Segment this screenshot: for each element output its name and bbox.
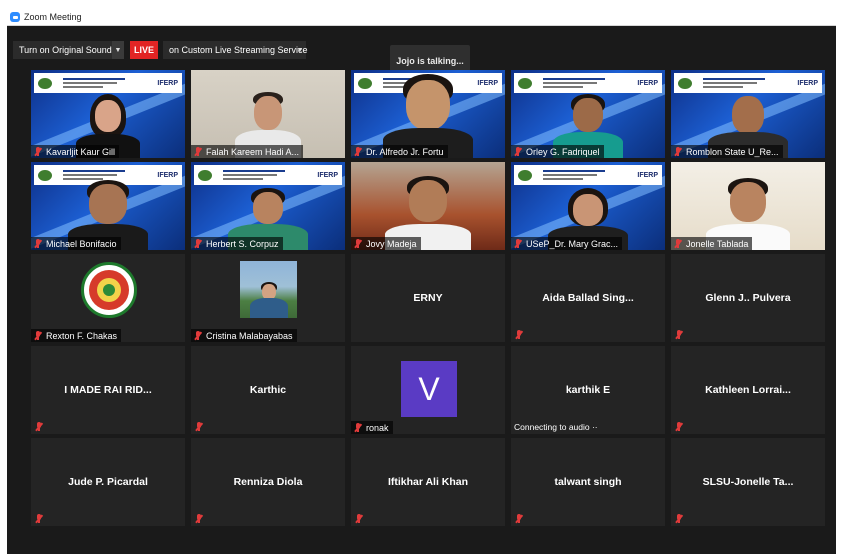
participant-name: karthik E xyxy=(565,384,611,396)
muted-mic-icon xyxy=(194,331,202,341)
muted-mic-icon xyxy=(354,239,362,249)
participant-tile[interactable]: Renniza Diola xyxy=(191,438,345,526)
original-sound-label: Turn on Original Sound xyxy=(19,45,112,55)
banner-brand: IFERP xyxy=(637,79,658,87)
participant-tile[interactable]: IFERP Kavarljit Kaur Gill xyxy=(31,70,185,158)
banner-brand: IFERP xyxy=(157,79,178,87)
muted-mic-icon xyxy=(354,147,362,157)
muted-mic-icon xyxy=(354,423,362,433)
participant-name-label: ronak xyxy=(351,421,393,434)
muted-mic-icon xyxy=(515,330,523,340)
profile-photo xyxy=(240,261,297,318)
conference-banner: IFERP xyxy=(514,165,662,185)
muted-mic-icon xyxy=(675,514,683,524)
title-bar: Zoom Meeting xyxy=(7,9,836,26)
conference-banner: IFERP xyxy=(194,165,342,185)
participant-tile[interactable]: IFERP Dr. Alfredo Jr. Fortu xyxy=(351,70,505,158)
muted-mic-icon xyxy=(35,422,43,432)
participant-name-label: Kavarljit Kaur Gill xyxy=(31,145,120,158)
avatar: V xyxy=(401,361,457,417)
participant-tile[interactable]: IFERP Michael Bonifacio xyxy=(31,162,185,250)
window-title: Zoom Meeting xyxy=(24,12,82,22)
muted-mic-icon xyxy=(195,422,203,432)
participant-name: Renniza Diola xyxy=(233,476,303,488)
zoom-window: Zoom Meeting Turn on Original Sound ▼ LI… xyxy=(7,9,836,554)
banner-brand: IFERP xyxy=(797,79,818,87)
muted-mic-icon xyxy=(34,331,42,341)
muted-mic-icon xyxy=(674,239,682,249)
participant-name-label: Jovy Madeja xyxy=(351,237,421,250)
participant-tile[interactable]: Iftikhar Ali Khan xyxy=(351,438,505,526)
participant-tile[interactable]: Cristina Malabayabas xyxy=(191,254,345,342)
participant-name: talwant singh xyxy=(554,476,622,488)
participant-tile[interactable]: IFERP Romblon State U_Re... xyxy=(671,70,825,158)
banner-brand: IFERP xyxy=(157,171,178,179)
muted-mic-icon xyxy=(355,514,363,524)
participant-name-label: Dr. Alfredo Jr. Fortu xyxy=(351,145,448,158)
participant-name: Glenn J.. Pulvera xyxy=(705,292,791,304)
zoom-logo-icon xyxy=(10,12,20,22)
participant-tile[interactable]: Jonelle Tablada xyxy=(671,162,825,250)
muted-mic-icon xyxy=(674,147,682,157)
live-stream-label: on Custom Live Streaming Service xyxy=(169,45,308,55)
muted-mic-icon xyxy=(195,514,203,524)
participant-tile[interactable]: Jovy Madeja xyxy=(351,162,505,250)
muted-mic-icon xyxy=(514,147,522,157)
muted-mic-icon xyxy=(194,147,202,157)
participant-tile[interactable]: ERNY xyxy=(351,254,505,342)
muted-mic-icon xyxy=(34,147,42,157)
live-stream-menu-button[interactable]: on Custom Live Streaming Service ▼ xyxy=(163,41,308,59)
muted-mic-icon xyxy=(34,239,42,249)
participant-tile[interactable]: Glenn J.. Pulvera xyxy=(671,254,825,342)
gallery-grid: IFERP Kavarljit Kaur Gill Falah Kareem H… xyxy=(31,70,826,532)
audio-status-text: Connecting to audio ·· xyxy=(514,422,598,432)
muted-mic-icon xyxy=(675,330,683,340)
participant-tile[interactable]: IFERP Herbert S. Corpuz xyxy=(191,162,345,250)
participant-name-label: Orley G. Fadriquel xyxy=(511,145,604,158)
participant-tile[interactable]: Rexton F. Chakas xyxy=(31,254,185,342)
participant-name: Aida Ballad Sing... xyxy=(542,292,634,304)
banner-brand: IFERP xyxy=(317,171,338,179)
participant-name: Karthic xyxy=(249,384,287,396)
participant-name-label: USeP_Dr. Mary Grac... xyxy=(511,237,623,250)
participant-tile[interactable]: Kathleen Lorrai... xyxy=(671,346,825,434)
original-sound-button[interactable]: Turn on Original Sound ▼ xyxy=(13,41,124,59)
participant-tile[interactable]: Jude P. Picardal xyxy=(31,438,185,526)
muted-mic-icon xyxy=(515,514,523,524)
chevron-down-icon[interactable]: ▼ xyxy=(294,41,306,59)
participant-name: Jude P. Picardal xyxy=(68,476,148,488)
live-badge[interactable]: LIVE xyxy=(130,41,158,59)
participant-tile[interactable]: V ronak xyxy=(351,346,505,434)
participant-tile[interactable]: IFERP USeP_Dr. Mary Grac... xyxy=(511,162,665,250)
participant-name-label: Romblon State U_Re... xyxy=(671,145,783,158)
participant-name-label: Herbert S. Corpuz xyxy=(191,237,283,250)
banner-brand: IFERP xyxy=(637,171,658,179)
university-seal-icon xyxy=(81,262,137,318)
participant-name-label: Michael Bonifacio xyxy=(31,237,121,250)
muted-mic-icon xyxy=(514,239,522,249)
participant-name: I MADE RAI RID... xyxy=(64,384,152,396)
muted-mic-icon xyxy=(194,239,202,249)
participant-name-label: Falah Kareem Hadi A... xyxy=(191,145,304,158)
participant-name: ERNY xyxy=(413,292,443,304)
participant-name-label: Jonelle Tablada xyxy=(671,237,753,250)
participant-tile[interactable]: IFERP Orley G. Fadriquel xyxy=(511,70,665,158)
chevron-down-icon[interactable]: ▼ xyxy=(112,41,124,59)
participant-name: Kathleen Lorrai... xyxy=(705,384,791,396)
participant-tile[interactable]: karthik E Connecting to audio ·· xyxy=(511,346,665,434)
muted-mic-icon xyxy=(35,514,43,524)
muted-mic-icon xyxy=(675,422,683,432)
participant-tile[interactable]: Karthic xyxy=(191,346,345,434)
participant-name-label: Cristina Malabayabas xyxy=(191,329,297,342)
participant-name: Iftikhar Ali Khan xyxy=(387,476,469,488)
meeting-toolbar: Turn on Original Sound ▼ LIVE on Custom … xyxy=(7,27,836,76)
participant-tile[interactable]: SLSU-Jonelle Ta... xyxy=(671,438,825,526)
participant-tile[interactable]: I MADE RAI RID... xyxy=(31,346,185,434)
participant-name: SLSU-Jonelle Ta... xyxy=(702,476,794,488)
banner-brand: IFERP xyxy=(477,79,498,87)
participant-tile[interactable]: Falah Kareem Hadi A... xyxy=(191,70,345,158)
participant-name-label: Rexton F. Chakas xyxy=(31,329,122,342)
participant-tile[interactable]: talwant singh xyxy=(511,438,665,526)
participant-tile[interactable]: Aida Ballad Sing... xyxy=(511,254,665,342)
